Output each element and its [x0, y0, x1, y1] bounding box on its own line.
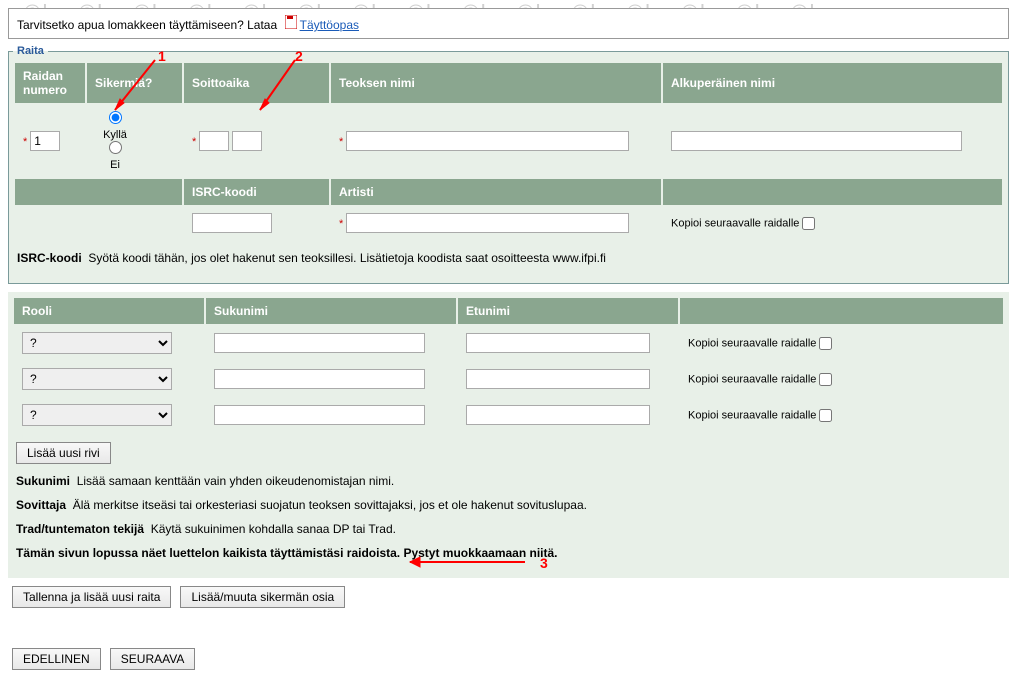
- soittoaika-min-input[interactable]: [199, 131, 229, 151]
- sukunimi-input[interactable]: [214, 333, 425, 353]
- sikermia-ei-radio[interactable]: [109, 141, 122, 154]
- col-sukunimi: Sukunimi: [206, 298, 456, 324]
- help-box: Tarvitsetko apua lomakkeen täyttämiseen?…: [8, 8, 1009, 39]
- raita-legend: Raita: [13, 45, 48, 57]
- col-soittoaika: Soittoaika: [184, 63, 329, 103]
- sikermia-kylla-radio[interactable]: [109, 111, 122, 124]
- required-marker: *: [339, 136, 343, 148]
- isrc-note-text: Syötä koodi tähän, jos olet hakenut sen …: [88, 251, 606, 265]
- sikermia-kylla-label: Kyllä: [95, 129, 135, 141]
- sikerma-button[interactable]: Lisää/muuta sikermän osia: [180, 586, 345, 608]
- col-teoksen-nimi: Teoksen nimi: [331, 63, 661, 103]
- note-trad-label: Trad/tuntematon tekijä: [16, 522, 144, 536]
- note-sovittaja-label: Sovittaja: [16, 498, 66, 512]
- tallenna-button[interactable]: Tallenna ja lisää uusi raita: [12, 586, 171, 608]
- copy-artisti-checkbox[interactable]: [802, 217, 815, 230]
- lisaa-rivi-button[interactable]: Lisää uusi rivi: [16, 442, 111, 464]
- soittoaika-sec-input[interactable]: [232, 131, 262, 151]
- role-notes: Sukunimi Lisää samaan kenttään vain yhde…: [12, 464, 1005, 574]
- artisti-input[interactable]: [346, 213, 629, 233]
- copy-label: Kopioi seuraavalle raidalle: [688, 337, 816, 349]
- copy-label: Kopioi seuraavalle raidalle: [688, 373, 816, 385]
- isrc-info: ISRC-koodi Syötä koodi tähän, jos olet h…: [13, 241, 1004, 279]
- teoksen-nimi-input[interactable]: [346, 131, 629, 151]
- col-rooli: Rooli: [14, 298, 204, 324]
- rooli-select[interactable]: ?: [22, 368, 172, 390]
- col-isrc: ISRC-koodi: [184, 179, 329, 205]
- col-etunimi: Etunimi: [458, 298, 678, 324]
- raidan-numero-input[interactable]: [30, 131, 60, 151]
- isrc-note-label: ISRC-koodi: [17, 251, 82, 265]
- rooli-select[interactable]: ?: [22, 332, 172, 354]
- sukunimi-input[interactable]: [214, 369, 425, 389]
- note-sovittaja-text: Älä merkitse itseäsi tai orkesteriasi su…: [73, 498, 587, 512]
- role-row: ? Kopioi seuraavalle raidalle: [14, 326, 1003, 360]
- etunimi-input[interactable]: [466, 405, 650, 425]
- rooli-select[interactable]: ?: [22, 404, 172, 426]
- role-row: ? Kopioi seuraavalle raidalle: [14, 362, 1003, 396]
- note-sukunimi-text: Lisää samaan kenttään vain yhden oikeude…: [77, 474, 395, 488]
- col-artisti: Artisti: [331, 179, 661, 205]
- etunimi-input[interactable]: [466, 333, 650, 353]
- pdf-icon: [285, 18, 300, 32]
- alkuperainen-nimi-input[interactable]: [671, 131, 962, 151]
- col-raidan-numero: Raidan numero: [15, 63, 85, 103]
- edellinen-button[interactable]: EDELLINEN: [12, 648, 101, 670]
- track-table: Raidan numero Sikermiä? Soittoaika Teoks…: [13, 61, 1004, 241]
- copy-role-checkbox[interactable]: [819, 409, 832, 422]
- help-text: Tarvitsetko apua lomakkeen täyttämiseen?…: [17, 18, 277, 32]
- required-marker: *: [23, 136, 27, 148]
- required-marker: *: [192, 136, 196, 148]
- roles-table: Rooli Sukunimi Etunimi ? Kopioi seuraava…: [12, 296, 1005, 434]
- col-alkuperainen: Alkuperäinen nimi: [663, 63, 1002, 103]
- raita-fieldset: Raita Raidan numero Sikermiä? Soittoaika…: [8, 45, 1009, 284]
- required-marker: *: [339, 218, 343, 230]
- note-sukunimi-label: Sukunimi: [16, 474, 70, 488]
- etunimi-input[interactable]: [466, 369, 650, 389]
- copy-role-checkbox[interactable]: [819, 337, 832, 350]
- copy-label: Kopioi seuraavalle raidalle: [688, 409, 816, 421]
- role-row: ? Kopioi seuraavalle raidalle: [14, 398, 1003, 432]
- roles-fieldset: Rooli Sukunimi Etunimi ? Kopioi seuraava…: [8, 292, 1009, 578]
- col-sikermia: Sikermiä?: [87, 63, 182, 103]
- sikermia-ei-label: Ei: [95, 159, 135, 171]
- copy-label: Kopioi seuraavalle raidalle: [671, 217, 799, 229]
- note-trad-text: Käytä sukuinimen kohdalla sanaa DP tai T…: [151, 522, 396, 536]
- seuraava-button[interactable]: SEURAAVA: [110, 648, 196, 670]
- help-link[interactable]: Täyttöopas: [300, 18, 359, 32]
- copy-role-checkbox[interactable]: [819, 373, 832, 386]
- isrc-input[interactable]: [192, 213, 272, 233]
- note-footer: Tämän sivun lopussa näet luettelon kaiki…: [16, 546, 558, 560]
- sukunimi-input[interactable]: [214, 405, 425, 425]
